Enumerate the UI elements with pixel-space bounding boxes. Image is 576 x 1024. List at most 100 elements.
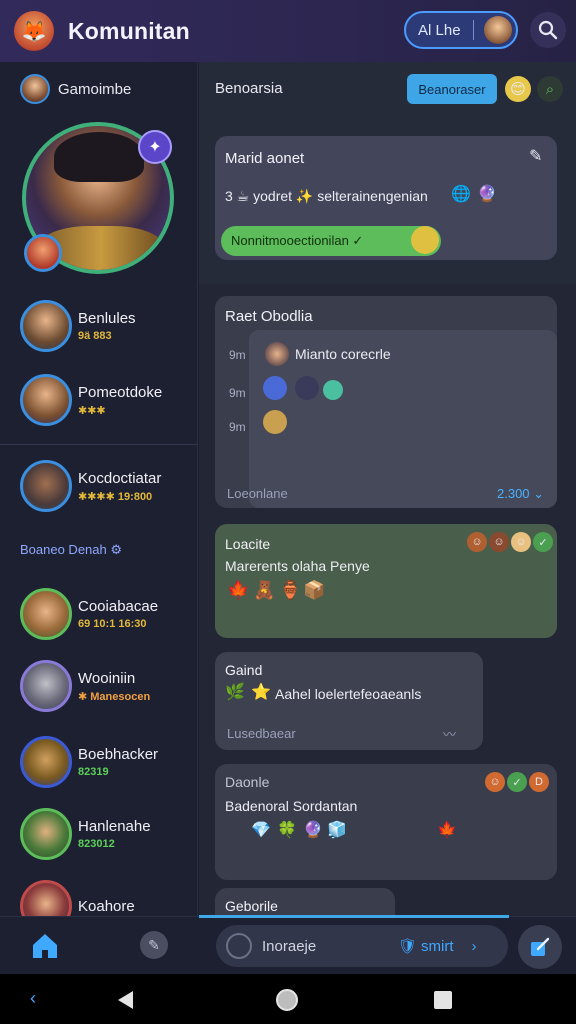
contact-avatar xyxy=(20,660,72,712)
ai-label: Al Lhe xyxy=(418,21,461,39)
feed-title: Benoarsia xyxy=(215,80,283,97)
send-button[interactable]: 🛡 smirt › xyxy=(398,937,477,956)
user-avatar xyxy=(20,74,50,104)
post-card[interactable]: Daonle ☺ ✓ D Badenoral Sordantan 💎 🍀 🔮 🧊… xyxy=(215,764,557,880)
contact-avatar xyxy=(20,374,72,426)
contact-name: Boebhacker xyxy=(78,746,159,763)
contact-status: ✱✱✱ xyxy=(78,404,106,417)
globe-icon: 🌐 xyxy=(451,186,471,203)
contact-name: Pomeotdoke xyxy=(78,383,163,401)
sticker-icon: ⭐ xyxy=(251,684,271,701)
reaction-icon[interactable]: ☺ xyxy=(467,532,487,552)
contact-item[interactable]: Boebhacker 82319 xyxy=(20,736,158,788)
contact-item[interactable]: Cooiabacae 69 10:1 16:30 xyxy=(20,588,158,640)
sidebar: Gamoimbe ✦ Benlules 9ä 883 Pomeotdoke ✱✱… xyxy=(0,62,198,932)
post-title: Gaind xyxy=(225,662,263,678)
time-label: 9m xyxy=(229,348,246,362)
search-button[interactable] xyxy=(530,12,566,48)
message-composer: 🛡 smirt › xyxy=(216,925,508,967)
sticker-icon: 💎 xyxy=(251,822,271,839)
ball-icon: 🔮 xyxy=(477,186,497,203)
smiley-icon[interactable]: 😊 xyxy=(505,76,531,102)
verified-badge-icon: ✦ xyxy=(138,130,172,164)
sticker-icon: 🧸 xyxy=(253,580,276,600)
hero-hair xyxy=(54,132,144,182)
sticker-icon: 🏺 xyxy=(279,580,302,600)
item-icon xyxy=(295,376,319,400)
app-title: Komunitan xyxy=(68,17,190,44)
post-card[interactable]: Raet Obodlia Mianto corecrle 9m 9m 9m Lo… xyxy=(215,296,557,508)
contact-name: Kocdoctiatar xyxy=(78,469,162,487)
contact-item[interactable]: Benlules 9ä 883 xyxy=(20,300,136,352)
sticker-icon: 🔮 xyxy=(303,822,323,839)
contact-status: ✱✱✱✱ 19:800 xyxy=(78,490,153,503)
post-card[interactable]: Marid aonet ✎ 3 ☕ yodret ✨ selterainenge… xyxy=(215,136,557,260)
header-action-button[interactable]: Beanoraser xyxy=(407,74,497,104)
chat-feed: Benoarsia Beanoraser 😊 ⌕ Marid aonet ✎ 3… xyxy=(199,62,576,916)
reaction-icon[interactable]: ✓ xyxy=(507,772,527,792)
edit-icon[interactable]: ✎ xyxy=(529,146,542,166)
post-text: Marerents olaha Penye xyxy=(225,558,370,574)
home-circle-icon[interactable] xyxy=(276,989,298,1011)
sticker-icon: 🍁 xyxy=(227,580,250,600)
current-user[interactable]: Gamoimbe xyxy=(20,74,131,104)
contact-avatar xyxy=(20,808,72,860)
progress-indicator xyxy=(199,915,509,918)
post-title: Loacite xyxy=(225,536,271,552)
contact-status: ✱ Manesocen xyxy=(78,690,151,703)
compose-button[interactable] xyxy=(518,925,562,969)
system-navigation-bar: ‹ xyxy=(0,974,576,1024)
item-icon xyxy=(323,380,343,400)
contact-item[interactable]: Wooiniin ✱ Manesocen xyxy=(20,660,150,712)
contact-status: 82319 xyxy=(78,766,109,778)
pin-icon[interactable]: ⌕ xyxy=(537,76,563,102)
reaction-icon[interactable]: D xyxy=(529,772,549,792)
mic-icon: ✎ xyxy=(148,936,160,953)
reaction-icon[interactable]: ☺ xyxy=(511,532,531,552)
sticker-icon: 🌿 xyxy=(225,684,245,701)
collapse-icon[interactable]: ‹ xyxy=(30,988,36,1009)
post-text: Badenoral Sordantan xyxy=(225,798,358,814)
reply-count[interactable]: 2.300 ⌄ xyxy=(497,486,544,502)
status-pill-text: Nonnitmooectionilan ✓ xyxy=(231,233,364,248)
status-pill[interactable]: Nonnitmooectionilan ✓ xyxy=(221,226,441,256)
ai-toggle-button[interactable]: Al Lhe xyxy=(404,11,518,49)
reaction-icon[interactable]: ☺ xyxy=(485,772,505,792)
post-card[interactable]: Gaind 🌿 ⭐ Aahel loelertefeoaeanls Lusedb… xyxy=(215,652,483,750)
contact-item[interactable]: Kocdoctiatar ✱✱✱✱ 19:800 xyxy=(20,460,161,512)
top-app-bar: 🦊 Komunitan Al Lhe xyxy=(0,0,576,62)
post-card[interactable]: Loacite ☺ ☺ ☺ ✓ Marerents olaha Penye 🍁 … xyxy=(215,524,557,638)
attach-icon[interactable] xyxy=(226,933,252,959)
back-icon[interactable] xyxy=(118,991,133,1009)
contact-status: 9ä 883 xyxy=(78,330,112,342)
mic-button[interactable]: ✎ xyxy=(140,931,168,959)
contact-avatar xyxy=(20,736,72,788)
divider xyxy=(0,444,198,445)
post-title: Raet Obodlia xyxy=(225,308,313,325)
contact-item[interactable]: Pomeotdoke ✱✱✱ xyxy=(20,374,162,426)
coin-icon xyxy=(411,226,439,254)
contact-name: Koahore xyxy=(78,897,135,915)
chevron-right-icon: › xyxy=(471,937,477,955)
post-footer: Loeonlane xyxy=(227,486,288,501)
thread-preview[interactable]: Mianto corecrle xyxy=(249,330,557,508)
contact-item[interactable]: Hanlenahe 823012 xyxy=(20,808,151,860)
post-text: 3 ☕ yodret ✨ selterainengenian xyxy=(225,188,428,204)
reaction-icon[interactable]: ☺ xyxy=(489,532,509,552)
companion-avatar[interactable] xyxy=(24,234,62,272)
message-input[interactable] xyxy=(262,937,392,955)
contact-name: Benlules xyxy=(78,310,136,327)
post-footer: Lusedbaear xyxy=(227,726,296,741)
post-card[interactable]: Geborile xyxy=(215,888,395,916)
recents-icon[interactable] xyxy=(434,991,452,1009)
home-button[interactable] xyxy=(30,931,60,961)
sticker-icon: 🍁 xyxy=(437,822,457,839)
bottom-bar: ✎ 🛡 smirt › xyxy=(0,915,576,974)
item-icon xyxy=(263,410,287,434)
wave-icon: 〰 xyxy=(443,727,457,742)
contact-name: Cooiabacae xyxy=(78,598,159,615)
contact-status: 823012 xyxy=(78,838,115,850)
contact-name: Wooiniin xyxy=(78,669,136,687)
sticker-icon: 🧊 xyxy=(327,822,347,839)
reaction-icon[interactable]: ✓ xyxy=(533,532,553,552)
